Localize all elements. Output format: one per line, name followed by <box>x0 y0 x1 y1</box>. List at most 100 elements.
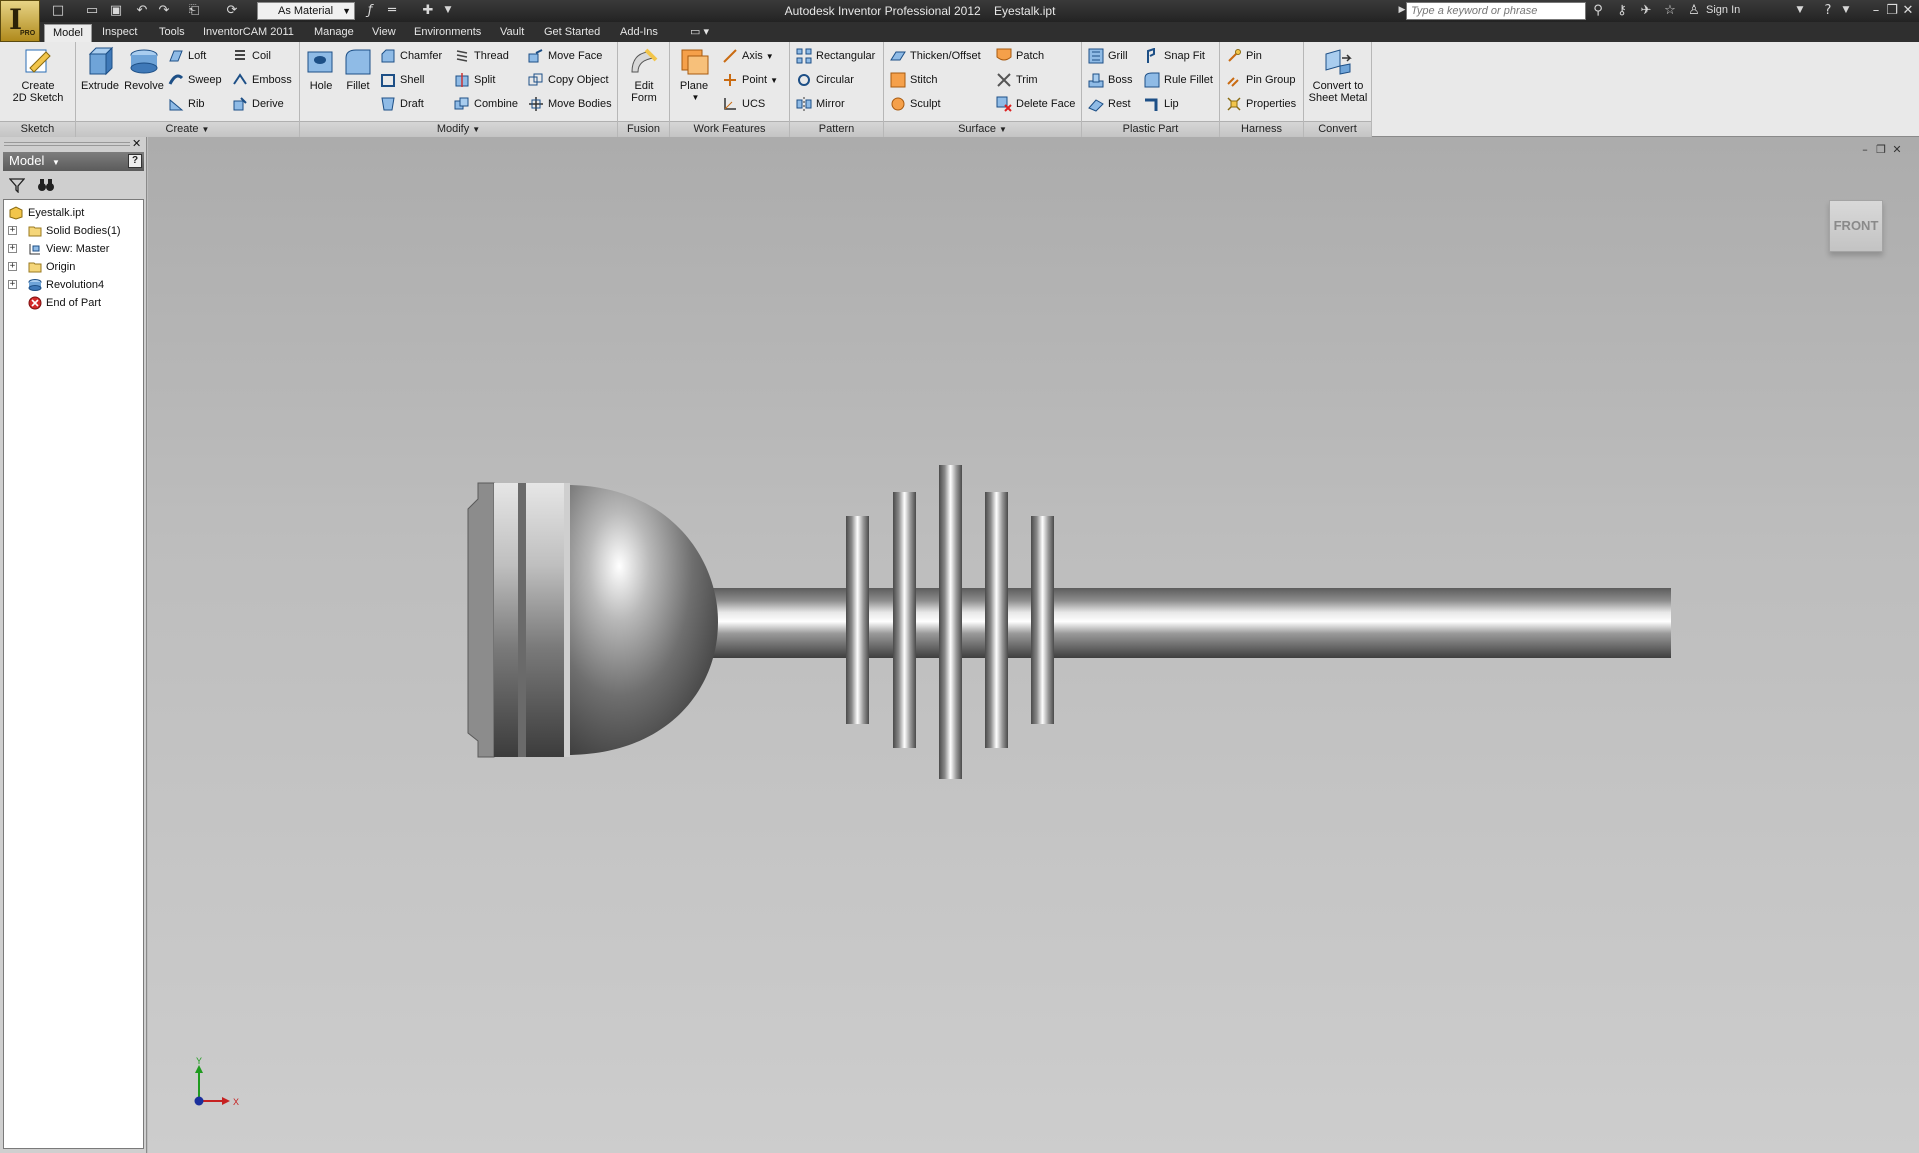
customize-dropdown-icon[interactable]: ▼ <box>440 3 456 18</box>
tab-inspect[interactable]: Inspect <box>94 24 145 42</box>
tab-model[interactable]: Model <box>44 24 92 42</box>
fx-parameters-icon[interactable]: ƒ <box>362 3 378 18</box>
coil-button[interactable]: Coil <box>232 46 271 66</box>
trim-button[interactable]: Trim <box>996 70 1038 90</box>
help-dropdown-icon[interactable]: ▼ <box>1838 3 1854 18</box>
browser-close-icon[interactable]: ✕ <box>132 137 141 150</box>
copy-object-button[interactable]: Copy Object <box>528 70 609 90</box>
thread-button[interactable]: Thread <box>454 46 509 66</box>
patch-button[interactable]: Patch <box>996 46 1044 66</box>
help-icon[interactable]: ? <box>1820 3 1836 18</box>
measure-icon[interactable]: ✚ <box>420 3 436 18</box>
tab-tools[interactable]: Tools <box>151 24 193 42</box>
thicken-offset-button[interactable]: Thicken/Offset <box>890 46 981 66</box>
close-icon[interactable]: ✕ <box>1900 2 1916 19</box>
shell-button[interactable]: Shell <box>380 70 424 90</box>
browser-header[interactable]: Model ▼ ? <box>3 152 144 171</box>
new-icon[interactable]: □ <box>50 3 66 18</box>
rest-button[interactable]: Rest <box>1088 94 1131 114</box>
communication-center-icon[interactable]: ✈ <box>1638 3 1654 18</box>
tab-get-started[interactable]: Get Started <box>536 24 608 42</box>
browser-help-icon[interactable]: ? <box>128 154 142 168</box>
rectangular-pattern-button[interactable]: Rectangular <box>796 46 875 66</box>
point-button[interactable]: Point ▼ <box>722 70 778 90</box>
tree-node-end-of-part[interactable]: End of Part <box>4 294 143 312</box>
revolve-button[interactable]: Revolve <box>122 46 166 92</box>
plane-dropdown-icon[interactable]: ▼ <box>677 92 714 104</box>
tab-view[interactable]: View <box>364 24 404 42</box>
graphics-viewport[interactable]: – ❐ ✕ FRONT Y X <box>148 137 1919 1153</box>
browser-grip[interactable] <box>4 142 130 146</box>
tree-node-view-master[interactable]: + View: Master <box>4 240 143 258</box>
expand-plus-icon[interactable]: + <box>8 280 17 289</box>
pin-button[interactable]: Pin <box>1226 46 1262 66</box>
favorites-star-icon[interactable]: ☆ <box>1662 3 1678 18</box>
open-icon[interactable]: ▭ <box>84 3 100 18</box>
sculpt-button[interactable]: Sculpt <box>890 94 941 114</box>
binoculars-icon[interactable] <box>37 177 55 193</box>
rule-fillet-button[interactable]: Rule Fillet <box>1144 70 1213 90</box>
expand-plus-icon[interactable]: + <box>8 262 17 271</box>
convert-to-sheet-metal-button[interactable]: Convert to Sheet Metal <box>1306 46 1370 104</box>
move-bodies-button[interactable]: Move Bodies <box>528 94 612 114</box>
circular-pattern-button[interactable]: Circular <box>796 70 854 90</box>
search-input[interactable]: Type a keyword or phrase <box>1406 2 1586 20</box>
emboss-button[interactable]: Emboss <box>232 70 292 90</box>
video-options-icon[interactable]: ▭ ▾ <box>682 24 717 42</box>
filter-icon[interactable] <box>9 177 25 193</box>
tab-manage[interactable]: Manage <box>306 24 362 42</box>
application-menu-button[interactable]: I PRO <box>0 0 40 42</box>
hole-button[interactable]: Hole <box>304 46 338 92</box>
binoculars-icon[interactable]: ⚲ <box>1590 3 1606 18</box>
redo-icon[interactable]: ↷ <box>156 3 172 18</box>
save-icon[interactable]: ▣ <box>108 3 124 18</box>
sweep-button[interactable]: Sweep <box>168 70 222 90</box>
axis-button[interactable]: Axis ▼ <box>722 46 774 66</box>
line-style-icon[interactable]: ═ <box>384 3 400 18</box>
rib-button[interactable]: Rib <box>168 94 205 114</box>
split-button[interactable]: Split <box>454 70 495 90</box>
pin-group-button[interactable]: Pin Group <box>1226 70 1296 90</box>
expand-plus-icon[interactable]: + <box>8 226 17 235</box>
tree-node-solid-bodies[interactable]: + Solid Bodies(1) <box>4 222 143 240</box>
expand-plus-icon[interactable]: + <box>8 244 17 253</box>
tree-node-part[interactable]: Eyestalk.ipt <box>4 204 143 222</box>
lip-button[interactable]: Lip <box>1144 94 1179 114</box>
create-2d-sketch-button[interactable]: Create 2D Sketch <box>6 46 70 104</box>
undo-icon[interactable]: ↶ <box>134 3 150 18</box>
subscription-icon[interactable]: ⚷ <box>1614 3 1630 18</box>
restore-icon[interactable]: ❐ <box>1884 2 1900 19</box>
combine-button[interactable]: Combine <box>454 94 518 114</box>
snap-fit-button[interactable]: Snap Fit <box>1144 46 1205 66</box>
plane-button[interactable]: Plane ▼ <box>674 46 714 104</box>
point-dropdown-icon[interactable]: ▼ <box>770 76 778 85</box>
update-icon[interactable]: ⟳ <box>224 3 240 18</box>
draft-button[interactable]: Draft <box>380 94 424 114</box>
tab-vault[interactable]: Vault <box>492 24 532 42</box>
fillet-button[interactable]: Fillet <box>340 46 376 92</box>
edit-form-button[interactable]: Edit Form <box>624 46 664 104</box>
ucs-button[interactable]: UCS <box>722 94 765 114</box>
panel-title-modify[interactable]: Modify ▼ <box>300 121 617 137</box>
axis-dropdown-icon[interactable]: ▼ <box>766 52 774 61</box>
mirror-button[interactable]: Mirror <box>796 94 845 114</box>
material-select[interactable]: As Material ▼ <box>257 2 355 20</box>
return-icon[interactable]: ⎗ <box>186 3 202 18</box>
boss-button[interactable]: Boss <box>1088 70 1132 90</box>
move-face-button[interactable]: Move Face <box>528 46 602 66</box>
tree-node-revolution4[interactable]: + Revolution4 <box>4 276 143 294</box>
grill-button[interactable]: Grill <box>1088 46 1128 66</box>
tab-add-ins[interactable]: Add-Ins <box>612 24 666 42</box>
tree-node-origin[interactable]: + Origin <box>4 258 143 276</box>
stitch-button[interactable]: Stitch <box>890 70 938 90</box>
panel-title-surface[interactable]: Surface ▼ <box>884 121 1081 137</box>
minimize-icon[interactable]: – <box>1868 2 1884 19</box>
panel-title-create[interactable]: Create ▼ <box>76 121 299 137</box>
derive-button[interactable]: Derive <box>232 94 284 114</box>
sign-in-dropdown-icon[interactable]: ▼ <box>1792 3 1808 18</box>
delete-face-button[interactable]: Delete Face <box>996 94 1075 114</box>
sign-in-link[interactable]: Sign In <box>1706 4 1740 16</box>
tab-environments[interactable]: Environments <box>406 24 489 42</box>
extrude-button[interactable]: Extrude <box>80 46 120 92</box>
tab-inventorcam[interactable]: InventorCAM 2011 <box>195 24 302 42</box>
